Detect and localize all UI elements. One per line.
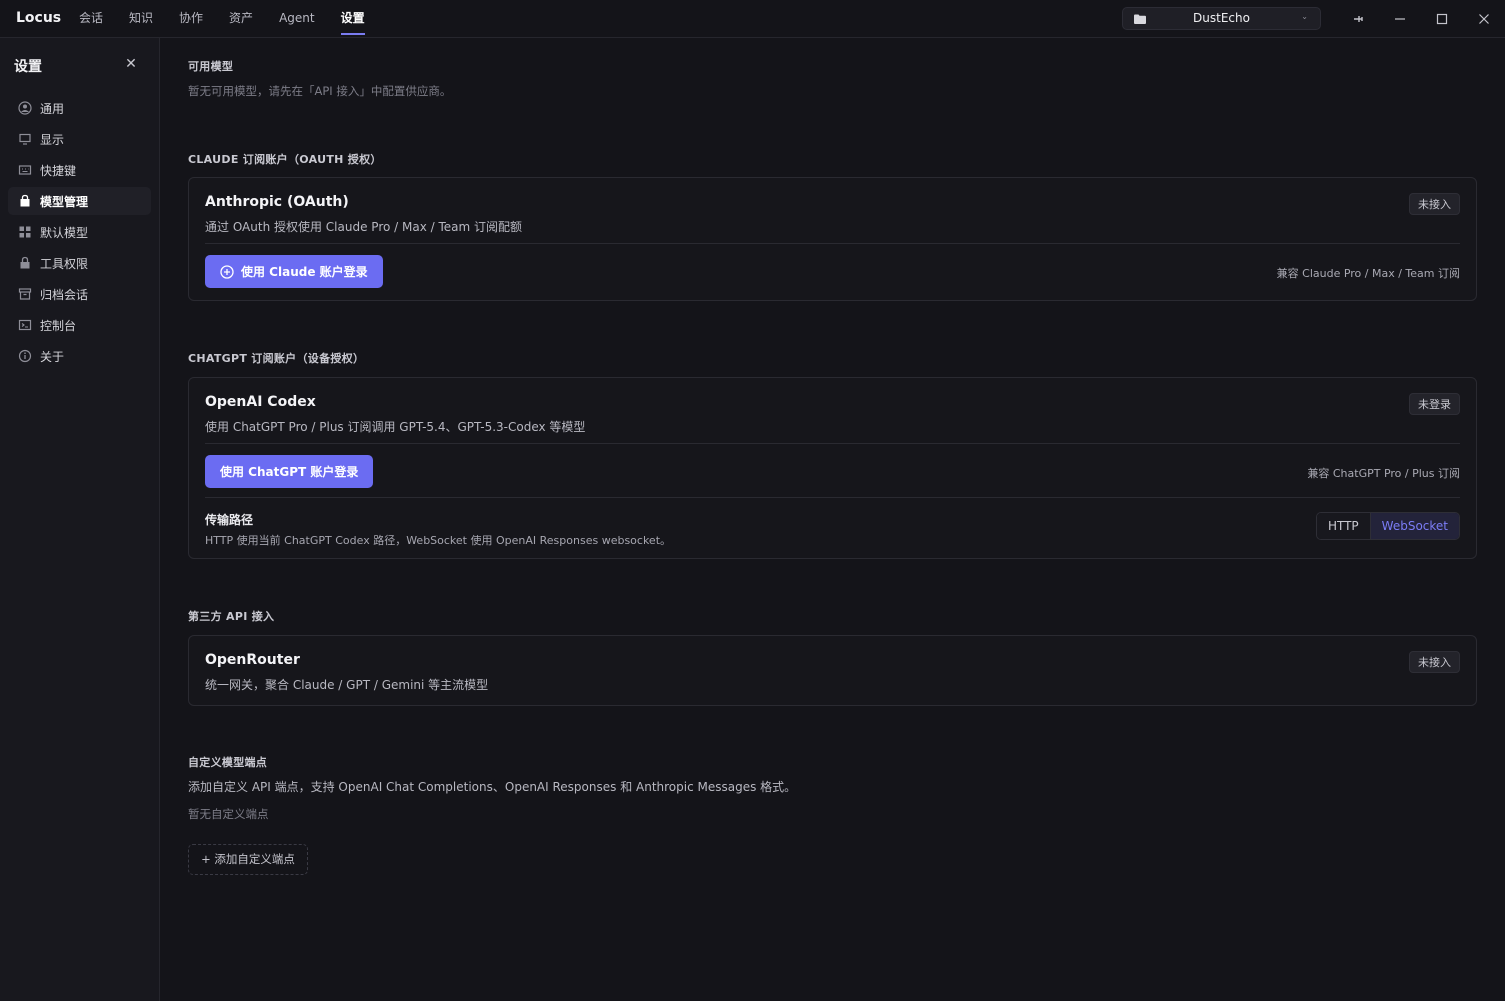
sidebar-item-shortcuts[interactable]: 快捷键 xyxy=(8,156,151,184)
top-nav: 会话 知识 协作 资产 Agent 设置 xyxy=(79,0,391,38)
plus-circle-icon xyxy=(220,264,234,279)
custom-endpoints-description: 添加自定义 API 端点，支持 OpenAI Chat Completions、… xyxy=(188,780,797,794)
user-circle-icon xyxy=(18,101,32,115)
openrouter-card[interactable]: OpenRouter 统一网关，聚合 Claude / GPT / Gemini… xyxy=(188,635,1477,706)
sidebar-item-label: 模型管理 xyxy=(40,194,89,209)
sidebar-item-tool-permissions[interactable]: 工具权限 xyxy=(8,249,151,277)
available-models-empty: 暂无可用模型，请先在「API 接入」中配置供应商。 xyxy=(188,84,452,98)
chatgpt-card: OpenAI Codex 使用 ChatGPT Pro / Plus 订阅调用 … xyxy=(188,377,1477,559)
divider xyxy=(205,497,1460,498)
sidebar-item-label: 默认模型 xyxy=(40,225,89,240)
claude-login-button[interactable]: 使用 Claude 账户登录 xyxy=(205,255,383,288)
transport-toggle: HTTP WebSocket xyxy=(1315,512,1460,540)
compat-note: 兼容 Claude Pro / Max / Team 订阅 xyxy=(1276,267,1460,280)
sidebar-item-label: 工具权限 xyxy=(40,256,89,271)
sidebar-item-label: 关于 xyxy=(40,349,65,364)
sidebar-item-label: 显示 xyxy=(40,132,65,147)
sidebar-item-about[interactable]: 关于 xyxy=(8,342,151,370)
card-title: OpenRouter xyxy=(205,652,300,668)
sidebar-item-display[interactable]: 显示 xyxy=(8,125,151,153)
claude-card: Anthropic (OAuth) 通过 OAuth 授权使用 Claude P… xyxy=(188,177,1477,301)
nav-tab-settings[interactable]: 设置 xyxy=(340,0,365,38)
sidebar-item-archived-sessions[interactable]: 归档会话 xyxy=(8,280,151,308)
app-brand: Locus xyxy=(16,10,62,26)
close-window-icon[interactable] xyxy=(1474,9,1494,29)
divider xyxy=(205,243,1460,244)
nav-tab-assets[interactable]: 资产 xyxy=(229,0,253,38)
sidebar-item-console[interactable]: 控制台 xyxy=(8,311,151,339)
available-models-label: 可用模型 xyxy=(188,60,234,73)
transport-title: 传输路径 xyxy=(205,513,254,527)
transport-description: HTTP 使用当前 ChatGPT Codex 路径，WebSocket 使用 … xyxy=(205,534,672,547)
settings-sidebar: 设置 ✕ 通用 显示 快捷键 模型管理 默认模型 工具权限 归档会话 控制台 关… xyxy=(0,38,160,1001)
button-label: 使用 Claude 账户登录 xyxy=(241,265,368,279)
settings-menu: 通用 显示 快捷键 模型管理 默认模型 工具权限 归档会话 控制台 关于 xyxy=(8,94,151,373)
sidebar-item-label: 归档会话 xyxy=(40,287,89,302)
card-description: 统一网关，聚合 Claude / GPT / Gemini 等主流模型 xyxy=(205,678,489,692)
chatgpt-login-button[interactable]: 使用 ChatGPT 账户登录 xyxy=(205,455,374,488)
sidebar-item-label: 控制台 xyxy=(40,318,77,333)
sidebar-title: 设置 xyxy=(14,59,42,75)
workspace-selector[interactable]: DustEcho ⌄ xyxy=(1122,7,1321,30)
minimize-icon[interactable] xyxy=(1390,9,1410,29)
transport-option-http[interactable]: HTTP xyxy=(1316,513,1370,539)
thirdparty-section-label: 第三方 API 接入 xyxy=(188,610,275,623)
lock-icon xyxy=(18,256,32,270)
monitor-icon xyxy=(18,132,32,146)
button-label: 使用 ChatGPT 账户登录 xyxy=(220,465,359,479)
card-title: Anthropic (OAuth) xyxy=(205,194,349,210)
bag-icon xyxy=(18,194,32,208)
divider xyxy=(205,443,1460,444)
grid-icon xyxy=(18,225,32,239)
title-bar: Locus 会话 知识 协作 资产 Agent 设置 DustEcho ⌄ xyxy=(0,0,1505,38)
terminal-icon xyxy=(18,318,32,332)
info-icon xyxy=(18,349,32,363)
custom-endpoints-empty: 暂无自定义端点 xyxy=(188,807,269,821)
status-badge: 未接入 xyxy=(1409,193,1460,215)
status-badge: 未登录 xyxy=(1409,393,1460,415)
pin-icon[interactable] xyxy=(1348,9,1368,29)
sidebar-item-label: 快捷键 xyxy=(40,163,77,178)
nav-tab-knowledge[interactable]: 知识 xyxy=(129,0,153,38)
compat-note: 兼容 ChatGPT Pro / Plus 订阅 xyxy=(1307,467,1460,480)
custom-endpoints-label: 自定义模型端点 xyxy=(188,756,268,769)
sidebar-item-label: 通用 xyxy=(40,101,65,116)
archive-icon xyxy=(18,287,32,301)
nav-tab-sessions[interactable]: 会话 xyxy=(79,0,103,38)
card-title: OpenAI Codex xyxy=(205,394,316,410)
sidebar-item-default-model[interactable]: 默认模型 xyxy=(8,218,151,246)
sidebar-item-general[interactable]: 通用 xyxy=(8,94,151,122)
chevron-down-icon: ⌄ xyxy=(1301,12,1308,21)
add-custom-endpoint-button[interactable]: + 添加自定义端点 xyxy=(188,844,308,875)
keyboard-icon xyxy=(18,163,32,177)
status-badge: 未接入 xyxy=(1409,651,1460,673)
sidebar-item-model-management[interactable]: 模型管理 xyxy=(8,187,151,215)
claude-section-label: CLAUDE 订阅账户（OAUTH 授权） xyxy=(188,153,382,166)
workspace-name: DustEcho xyxy=(1193,11,1250,25)
close-icon[interactable]: ✕ xyxy=(123,56,139,72)
card-description: 使用 ChatGPT Pro / Plus 订阅调用 GPT-5.4、GPT-5… xyxy=(205,420,586,434)
maximize-icon[interactable] xyxy=(1432,9,1452,29)
chatgpt-section-label: CHATGPT 订阅账户（设备授权） xyxy=(188,352,365,365)
card-description: 通过 OAuth 授权使用 Claude Pro / Max / Team 订阅… xyxy=(205,220,523,234)
nav-tab-collab[interactable]: 协作 xyxy=(179,0,203,38)
transport-option-websocket[interactable]: WebSocket xyxy=(1369,513,1459,539)
nav-tab-agent[interactable]: Agent xyxy=(279,0,315,38)
